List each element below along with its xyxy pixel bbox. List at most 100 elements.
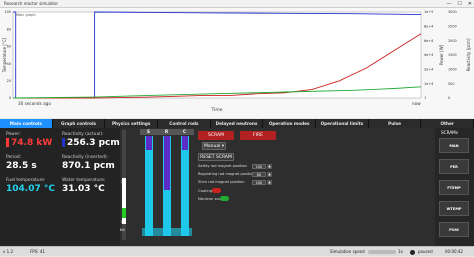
window-titlebar: Research reactor simulator — ☐ ✕ [0,0,474,8]
fuel-temp-label: Fuel temperature: [6,178,46,183]
power-axis-tick: 6e+4 [424,39,433,43]
plot-area [12,11,422,99]
magnet-label: Shim rod magnet position [198,180,245,184]
reactivity-axis-tick: 500 [448,82,454,86]
graph-svg: Main graph Temperature [°C] Power [W] Re… [2,10,471,113]
rod-label-s: S [147,129,150,134]
power-axis-tick: 2e+4 [424,68,433,72]
magnet-label: Regulating rod magnet position [198,172,255,176]
power-value: 74.8 kW [6,138,52,148]
left-axis-tick: 20 [7,79,11,83]
tab-8[interactable]: Other [421,119,474,128]
pause-icon[interactable] [410,249,415,255]
fuel-temp-value: 104.07 °C [6,184,55,194]
main-tabs: Main controls Graph controls Physics setti… [0,119,474,128]
toggle-switch[interactable] [212,188,221,193]
left-axis-tick: 0 [9,96,11,100]
magnet-value-input[interactable]: 100 [252,180,266,185]
power-axis-tick: 4e+4 [424,53,433,57]
rod-insert-s[interactable] [146,136,152,150]
minimize-icon[interactable]: — [446,0,451,8]
reactivity-color-marker [62,138,65,147]
left-axis-tick: 100 [5,10,11,14]
period-value: 28.5 s [6,161,37,171]
rod-scale-label-2: 0 [121,220,124,224]
power-color-marker [6,138,9,147]
left-axis-tick: 40 [7,62,11,66]
power-axis-tick: 1e+4 [424,82,433,86]
reactivity-axis-tick: 1000 [448,68,457,72]
reactivity-axis-tick: 3000 [448,10,457,14]
magnet-value-input[interactable]: 100 [252,164,266,169]
tab-5[interactable]: Operation modes [263,119,317,128]
power-value-text: 74.8 kW [11,138,53,148]
reactivity-axis-tick: 2500 [448,25,457,29]
magnet-label: Safety rod magnet position [198,164,247,168]
main-graph[interactable]: Main graph Temperature [°C] Power [W] Re… [0,8,474,118]
tab-1[interactable]: Graph controls [53,119,106,128]
rod-insert-c[interactable] [182,136,188,150]
rod-label-c: C [183,129,186,134]
left-axis-label: Temperature [°C] [2,37,7,73]
scram-per-button[interactable]: PER [439,159,469,174]
tab-3[interactable]: Control rods [158,119,211,128]
graph-legend-tag: Main graph [16,13,36,17]
scram-pow-button[interactable]: POW [439,222,469,237]
scram-button[interactable]: SCRAM [198,131,234,140]
toggle-switch[interactable] [220,196,229,201]
scram-ftemp-button[interactable]: FTEMP [439,180,469,195]
reactivity-actual-label: Reactivity (actual): [62,132,104,137]
reactivity-axis-tick: 1500 [448,53,457,57]
scram-wtemp-button[interactable]: WTEMP [439,201,469,216]
x-axis-right-label: now [412,101,421,106]
power-label: Power: [6,132,21,137]
reset-scram-button[interactable]: RESET SCRAM [198,153,234,161]
fire-label: FIRE [253,133,263,138]
sim-speed-slider[interactable] [368,250,396,254]
tab-4[interactable]: Delayed neutrons [211,119,264,128]
status-bar: v 1.2 FPS: 41 Simulation speed 1x paused… [0,246,474,256]
rod-column-c [181,136,189,236]
period-label: Period: [6,155,22,160]
scrams-panel: SCRAMs MAN PER FTEMP WTEMP POW [435,128,474,246]
reactivity-inserted-value: 870.1 pcm [62,161,115,171]
tab-2[interactable]: Physics settings [105,119,159,128]
mode-select[interactable]: Manual ▾ [202,142,226,150]
water-temp-value: 31.03 °C [62,184,105,194]
magnet-stepper-up-icon[interactable]: ▲ [267,180,272,185]
tab-0[interactable]: Main controls [0,119,53,128]
power-axis-tick: 1 [424,96,426,100]
reactivity-axis-label: Reactivity [pcm] [466,38,471,71]
x-axis-label: Time [210,107,222,113]
power-axis-label: Power [W] [439,44,444,65]
toggle-label: Cooling [198,188,213,193]
pool-water [142,228,192,236]
rod-scale-green [122,208,126,218]
rod-controls: 20 0 Ed S R C SCRAM FIRE Manual ▾ RESET … [120,128,435,246]
rod-label-r: R [165,129,169,134]
tab-6[interactable]: Operational limits [316,119,369,128]
rod-scale-label-3: Ed [120,228,125,232]
power-axis-tick: 8e+4 [424,25,433,29]
control-panel: Power: 74.8 kW Reactivity (actual): 256.… [0,128,474,246]
reactivity-inserted-readout: Reactivity (inserted): 870.1 pcm [62,155,115,171]
left-axis-tick: 60 [7,45,11,49]
readouts-panel: Power: 74.8 kW Reactivity (actual): 256.… [0,128,120,246]
water-temp-readout: Water temperature: 31.03 °C [62,178,105,194]
rod-insert-r[interactable] [164,136,170,190]
tab-7[interactable]: Pulse [369,119,422,128]
scram-label: SCRAM [208,133,224,138]
magnet-stepper-up-icon[interactable]: ▲ [267,172,272,177]
power-readout: Power: 74.8 kW [6,132,52,148]
left-axis-tick: 80 [7,27,11,31]
fuel-temp-readout: Fuel temperature: 104.07 °C [6,178,55,194]
mode-value: Manual [203,144,221,149]
scram-man-button[interactable]: MAN [439,138,469,153]
rod-scale-label-1: 20 [121,180,126,184]
magnet-value-input[interactable]: 60 [252,172,266,177]
scrams-title: SCRAMs [441,130,458,135]
maximize-icon[interactable]: ☐ [457,0,461,8]
fire-button[interactable]: FIRE [240,131,276,140]
magnet-stepper-up-icon[interactable]: ▲ [267,164,272,169]
close-icon[interactable]: ✕ [468,0,472,8]
